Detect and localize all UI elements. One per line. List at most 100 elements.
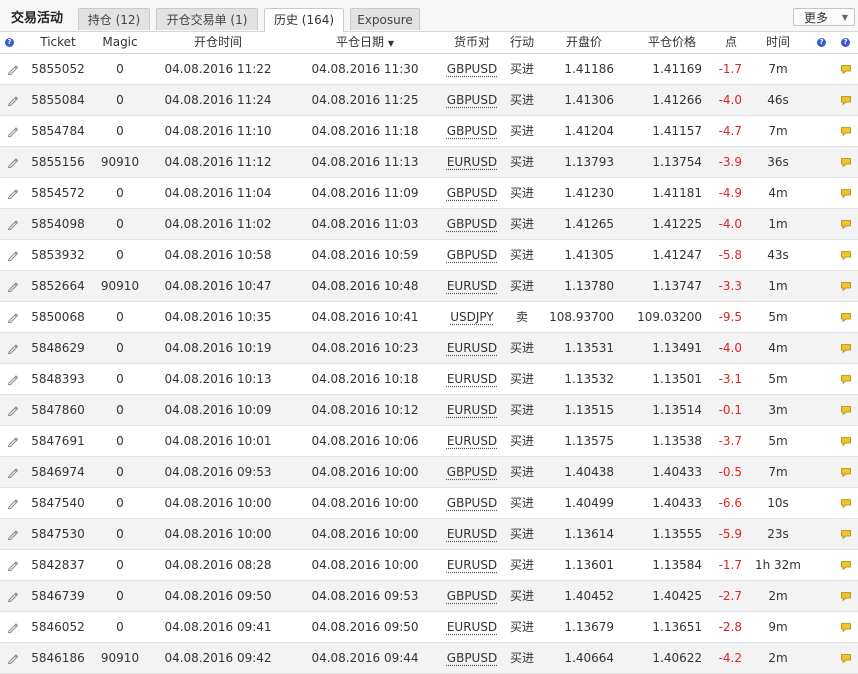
comment-icon[interactable] (840, 498, 852, 509)
tab-open-orders[interactable]: 开仓交易单 (1) (156, 8, 258, 30)
symbol-link[interactable]: GBPUSD (447, 589, 497, 603)
symbol-link[interactable]: EURUSD (447, 372, 497, 386)
col-open-time[interactable]: 开仓时间 (158, 32, 278, 53)
symbol-link[interactable]: EURUSD (447, 279, 497, 293)
symbol-link[interactable]: GBPUSD (447, 496, 497, 510)
col-action[interactable]: 行动 (504, 32, 540, 53)
table-row[interactable]: 5850068 0 04.08.2016 10:35 04.08.2016 10:41… (0, 302, 858, 333)
comment-icon[interactable] (840, 374, 852, 385)
tab-history[interactable]: 历史 (164) (264, 8, 344, 32)
comment-icon[interactable] (840, 281, 852, 292)
col-duration[interactable]: 时间 (752, 32, 804, 53)
symbol-link[interactable]: GBPUSD (447, 465, 497, 479)
col-magic[interactable]: Magic (90, 32, 150, 53)
symbol-link[interactable]: GBPUSD (447, 62, 497, 76)
col-close-date[interactable]: 平仓日期 ▼ (305, 32, 425, 53)
pencil-icon[interactable] (7, 94, 19, 106)
pencil-icon[interactable] (7, 125, 19, 137)
pencil-icon[interactable] (7, 621, 19, 633)
table-row[interactable]: 5847691 0 04.08.2016 10:01 04.08.2016 10:06… (0, 426, 858, 457)
table-row[interactable]: 5848629 0 04.08.2016 10:19 04.08.2016 10:23… (0, 333, 858, 364)
symbol-link[interactable]: GBPUSD (447, 93, 497, 107)
symbol-link[interactable]: EURUSD (447, 155, 497, 169)
symbol-link[interactable]: EURUSD (447, 434, 497, 448)
pencil-icon[interactable] (7, 63, 19, 75)
tab-exposure[interactable]: Exposure (350, 8, 420, 30)
symbol-link[interactable]: GBPUSD (447, 217, 497, 231)
symbol-link[interactable]: EURUSD (447, 527, 497, 541)
symbol-link[interactable]: EURUSD (447, 403, 497, 417)
pencil-icon[interactable] (7, 156, 19, 168)
comment-icon[interactable] (840, 64, 852, 75)
table-row[interactable]: 5846739 0 04.08.2016 09:50 04.08.2016 09:53… (0, 581, 858, 612)
pencil-icon[interactable] (7, 187, 19, 199)
col-open-price[interactable]: 开盘价 (552, 32, 616, 53)
symbol-link[interactable]: EURUSD (447, 341, 497, 355)
pencil-icon[interactable] (7, 497, 19, 509)
comment-icon[interactable] (840, 591, 852, 602)
symbol-link[interactable]: GBPUSD (447, 248, 497, 262)
comment-icon[interactable] (840, 467, 852, 478)
symbol-link[interactable]: GBPUSD (447, 186, 497, 200)
table-row[interactable]: 5848393 0 04.08.2016 10:13 04.08.2016 10:18… (0, 364, 858, 395)
pencil-icon[interactable] (7, 528, 19, 540)
pencil-icon[interactable] (7, 249, 19, 261)
pencil-icon[interactable] (7, 342, 19, 354)
table-row[interactable]: 5852664 90910 04.08.2016 10:47 04.08.2016 1… (0, 271, 858, 302)
cell-magic: 0 (90, 54, 150, 84)
comment-icon[interactable] (840, 188, 852, 199)
pencil-icon[interactable] (7, 435, 19, 447)
table-row[interactable]: 5846186 90910 04.08.2016 09:42 04.08.2016 0… (0, 643, 858, 674)
col-ticket[interactable]: Ticket (28, 32, 88, 53)
comment-icon[interactable] (840, 219, 852, 230)
pencil-icon[interactable] (7, 373, 19, 385)
symbol-link[interactable]: EURUSD (447, 558, 497, 572)
table-row[interactable]: 5846052 0 04.08.2016 09:41 04.08.2016 09:50… (0, 612, 858, 643)
tab-positions[interactable]: 持仓 (12) (78, 8, 150, 30)
more-dropdown[interactable]: 更多 ▼ (793, 8, 855, 26)
help-icon[interactable]: ? (817, 32, 826, 53)
table-row[interactable]: 5842837 0 04.08.2016 08:28 04.08.2016 10:00… (0, 550, 858, 581)
table-row[interactable]: 5846974 0 04.08.2016 09:53 04.08.2016 10:00… (0, 457, 858, 488)
cell-points: -2.8 (708, 612, 742, 642)
symbol-link[interactable]: GBPUSD (447, 651, 497, 665)
comment-icon[interactable] (840, 343, 852, 354)
table-row[interactable]: 5854098 0 04.08.2016 11:02 04.08.2016 11:03… (0, 209, 858, 240)
pencil-icon[interactable] (7, 280, 19, 292)
comment-icon[interactable] (840, 529, 852, 540)
symbol-link[interactable]: GBPUSD (447, 124, 497, 138)
pencil-icon[interactable] (7, 404, 19, 416)
table-row[interactable]: 5847530 0 04.08.2016 10:00 04.08.2016 10:00… (0, 519, 858, 550)
comment-icon[interactable] (840, 312, 852, 323)
col-symbol[interactable]: 货币对 (443, 32, 501, 53)
pencil-icon[interactable] (7, 652, 19, 664)
comment-icon[interactable] (840, 95, 852, 106)
comment-icon[interactable] (840, 126, 852, 137)
pencil-icon[interactable] (7, 311, 19, 323)
pencil-icon[interactable] (7, 466, 19, 478)
table-row[interactable]: 5847540 0 04.08.2016 10:00 04.08.2016 10:00… (0, 488, 858, 519)
col-points[interactable]: 点 (716, 32, 746, 53)
comment-icon[interactable] (840, 622, 852, 633)
table-row[interactable]: 5855084 0 04.08.2016 11:24 04.08.2016 11:25… (0, 85, 858, 116)
pencil-icon[interactable] (7, 218, 19, 230)
comment-icon[interactable] (840, 560, 852, 571)
pencil-icon[interactable] (7, 559, 19, 571)
col-close-price[interactable]: 平仓价格 (638, 32, 706, 53)
table-row[interactable]: 5853932 0 04.08.2016 10:58 04.08.2016 10:59… (0, 240, 858, 271)
comment-icon[interactable] (840, 157, 852, 168)
symbol-link[interactable]: USDJPY (450, 310, 493, 324)
table-row[interactable]: 5855156 90910 04.08.2016 11:12 04.08.2016 1… (0, 147, 858, 178)
table-row[interactable]: 5854784 0 04.08.2016 11:10 04.08.2016 11:18… (0, 116, 858, 147)
help-icon[interactable]: ? (841, 32, 850, 53)
symbol-link[interactable]: EURUSD (447, 620, 497, 634)
table-row[interactable]: 5855052 0 04.08.2016 11:22 04.08.2016 11:30… (0, 54, 858, 85)
comment-icon[interactable] (840, 250, 852, 261)
comment-icon[interactable] (840, 653, 852, 664)
comment-icon[interactable] (840, 436, 852, 447)
comment-icon[interactable] (840, 405, 852, 416)
pencil-icon[interactable] (7, 590, 19, 602)
table-row[interactable]: 5847860 0 04.08.2016 10:09 04.08.2016 10:12… (0, 395, 858, 426)
help-icon[interactable]: ? (5, 32, 14, 53)
table-row[interactable]: 5854572 0 04.08.2016 11:04 04.08.2016 11:09… (0, 178, 858, 209)
